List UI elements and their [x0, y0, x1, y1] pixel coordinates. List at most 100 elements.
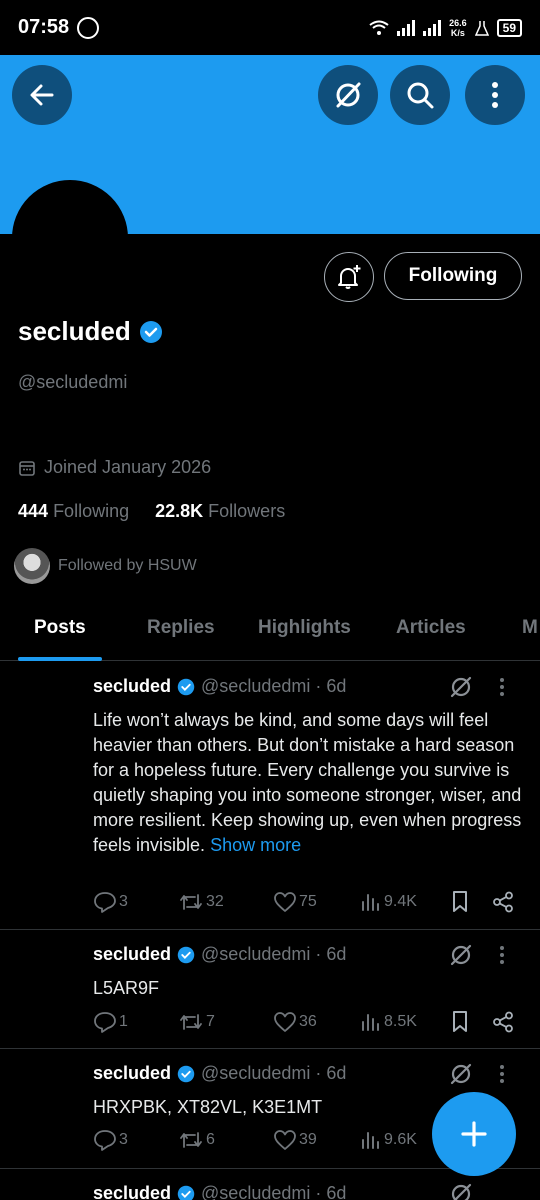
post-header: secluded @secludedmi · 6d — [93, 1063, 346, 1084]
search-icon — [407, 82, 434, 109]
post-meta: @secludedmi · 6d — [201, 676, 347, 696]
post-more-icon[interactable] — [500, 1065, 504, 1083]
followers-count-link[interactable]: 22.8K Followers — [155, 501, 285, 522]
status-bar: 07:58 26.6 K/s 59 — [0, 0, 540, 55]
profile-name: secluded — [18, 316, 163, 347]
tab-highlights[interactable]: Highlights — [258, 617, 351, 639]
post-text: L5AR9F — [93, 978, 160, 998]
flask-icon — [474, 20, 489, 36]
profile-name-text: secluded — [18, 316, 131, 346]
bookmark-icon[interactable] — [450, 1010, 470, 1034]
heart-icon — [274, 892, 296, 912]
post-meta: @secludedmi · 6d — [201, 1063, 347, 1083]
repost-button[interactable]: 32 — [178, 891, 273, 913]
grok-icon[interactable] — [448, 674, 474, 700]
signal-icon — [397, 19, 416, 36]
profile-tabs: Posts Replies Highlights Articles M — [0, 603, 540, 661]
search-button[interactable] — [390, 65, 450, 125]
calendar-icon — [19, 460, 35, 476]
more-vertical-icon — [492, 82, 498, 108]
verified-badge-icon — [139, 320, 162, 343]
repost-icon — [180, 1132, 202, 1148]
reply-icon — [94, 892, 116, 913]
post-text: Life won’t always be kind, and some days… — [93, 710, 522, 855]
share-icon[interactable] — [492, 1011, 514, 1033]
heart-icon — [274, 1130, 296, 1150]
active-tab-indicator — [18, 657, 102, 661]
verified-badge-icon — [177, 1065, 195, 1082]
like-button[interactable]: 36 — [273, 1011, 360, 1033]
post-actions: 1 7 36 8.5K — [93, 1010, 514, 1034]
following-count-link[interactable]: 444 Following — [18, 501, 129, 522]
compose-button[interactable] — [432, 1092, 516, 1176]
post-author-name[interactable]: secluded — [93, 1063, 171, 1084]
post-item[interactable]: secluded @secludedmi · 6d — [0, 1169, 540, 1200]
more-button[interactable] — [465, 65, 525, 125]
heart-icon — [274, 1012, 296, 1032]
views-icon — [362, 1014, 379, 1031]
follower-avatar — [14, 548, 50, 584]
tab-media[interactable]: M — [522, 617, 538, 639]
share-icon[interactable] — [492, 891, 514, 913]
post-header: secluded @secludedmi · 6d — [93, 1183, 346, 1200]
post-actions: 3 32 75 9.4K — [93, 890, 514, 914]
repost-button[interactable]: 7 — [178, 1011, 273, 1033]
plus-icon — [461, 1121, 487, 1147]
followed-by-text: Followed by HSUW — [58, 557, 197, 574]
tab-replies[interactable]: Replies — [147, 617, 215, 639]
profile-handle: @secludedmi — [18, 372, 128, 392]
post-item[interactable]: secluded @secludedmi · 6d Life won’t alw… — [0, 662, 540, 930]
views-button[interactable]: 9.4K — [360, 892, 450, 912]
post-meta: @secludedmi · 6d — [201, 1183, 347, 1200]
whatsapp-icon — [77, 16, 100, 39]
signal-icon-2 — [423, 19, 442, 36]
reply-icon — [94, 1130, 116, 1151]
network-speed: 26.6 K/s — [449, 17, 467, 38]
arrow-left-icon — [30, 84, 54, 106]
joined-date: Joined January 2026 — [18, 457, 211, 478]
grok-button[interactable] — [318, 65, 378, 125]
follow-counts: 444 Following 22.8K Followers — [18, 501, 285, 522]
joined-text: Joined January 2026 — [44, 457, 212, 477]
grok-icon — [336, 82, 361, 108]
post-item[interactable]: secluded @secludedmi · 6d L5AR9F 1 7 36 … — [0, 930, 540, 1049]
tab-posts[interactable]: Posts — [34, 617, 86, 639]
grok-icon[interactable] — [448, 1181, 474, 1200]
followed-by[interactable]: Followed by HSUW — [14, 548, 197, 584]
show-more-link[interactable]: Show more — [210, 835, 301, 855]
post-author-name[interactable]: secluded — [93, 676, 171, 697]
wifi-icon — [369, 20, 389, 35]
bell-plus-icon — [338, 265, 361, 289]
reply-button[interactable]: 1 — [93, 1011, 178, 1033]
grok-icon[interactable] — [448, 1061, 474, 1087]
views-icon — [362, 894, 379, 911]
profile-avatar[interactable] — [12, 180, 128, 296]
like-button[interactable]: 39 — [273, 1129, 360, 1151]
notifications-button[interactable] — [324, 252, 374, 302]
post-author-name[interactable]: secluded — [93, 944, 171, 965]
verified-badge-icon — [177, 678, 195, 695]
status-time: 07:58 — [18, 16, 70, 38]
grok-icon[interactable] — [448, 942, 474, 968]
repost-icon — [180, 1014, 202, 1030]
back-button[interactable] — [12, 65, 72, 125]
verified-badge-icon — [177, 1185, 195, 1200]
bookmark-icon[interactable] — [450, 890, 470, 914]
views-button[interactable]: 8.5K — [360, 1012, 450, 1032]
views-icon — [362, 1132, 379, 1149]
tab-articles[interactable]: Articles — [396, 617, 466, 639]
post-header: secluded @secludedmi · 6d — [93, 944, 346, 965]
repost-button[interactable]: 6 — [178, 1129, 273, 1151]
battery-indicator: 59 — [496, 18, 522, 37]
reply-button[interactable]: 3 — [93, 891, 178, 913]
post-author-name[interactable]: secluded — [93, 1183, 171, 1200]
following-button[interactable]: Following — [384, 252, 522, 300]
post-actions: 3 6 39 9.6K — [93, 1129, 450, 1151]
verified-badge-icon — [177, 946, 195, 963]
post-more-icon[interactable] — [500, 678, 504, 696]
reply-button[interactable]: 3 — [93, 1129, 178, 1151]
like-button[interactable]: 75 — [273, 891, 360, 913]
repost-icon — [180, 894, 202, 910]
post-more-icon[interactable] — [500, 946, 504, 964]
post-header: secluded @secludedmi · 6d — [93, 676, 346, 697]
